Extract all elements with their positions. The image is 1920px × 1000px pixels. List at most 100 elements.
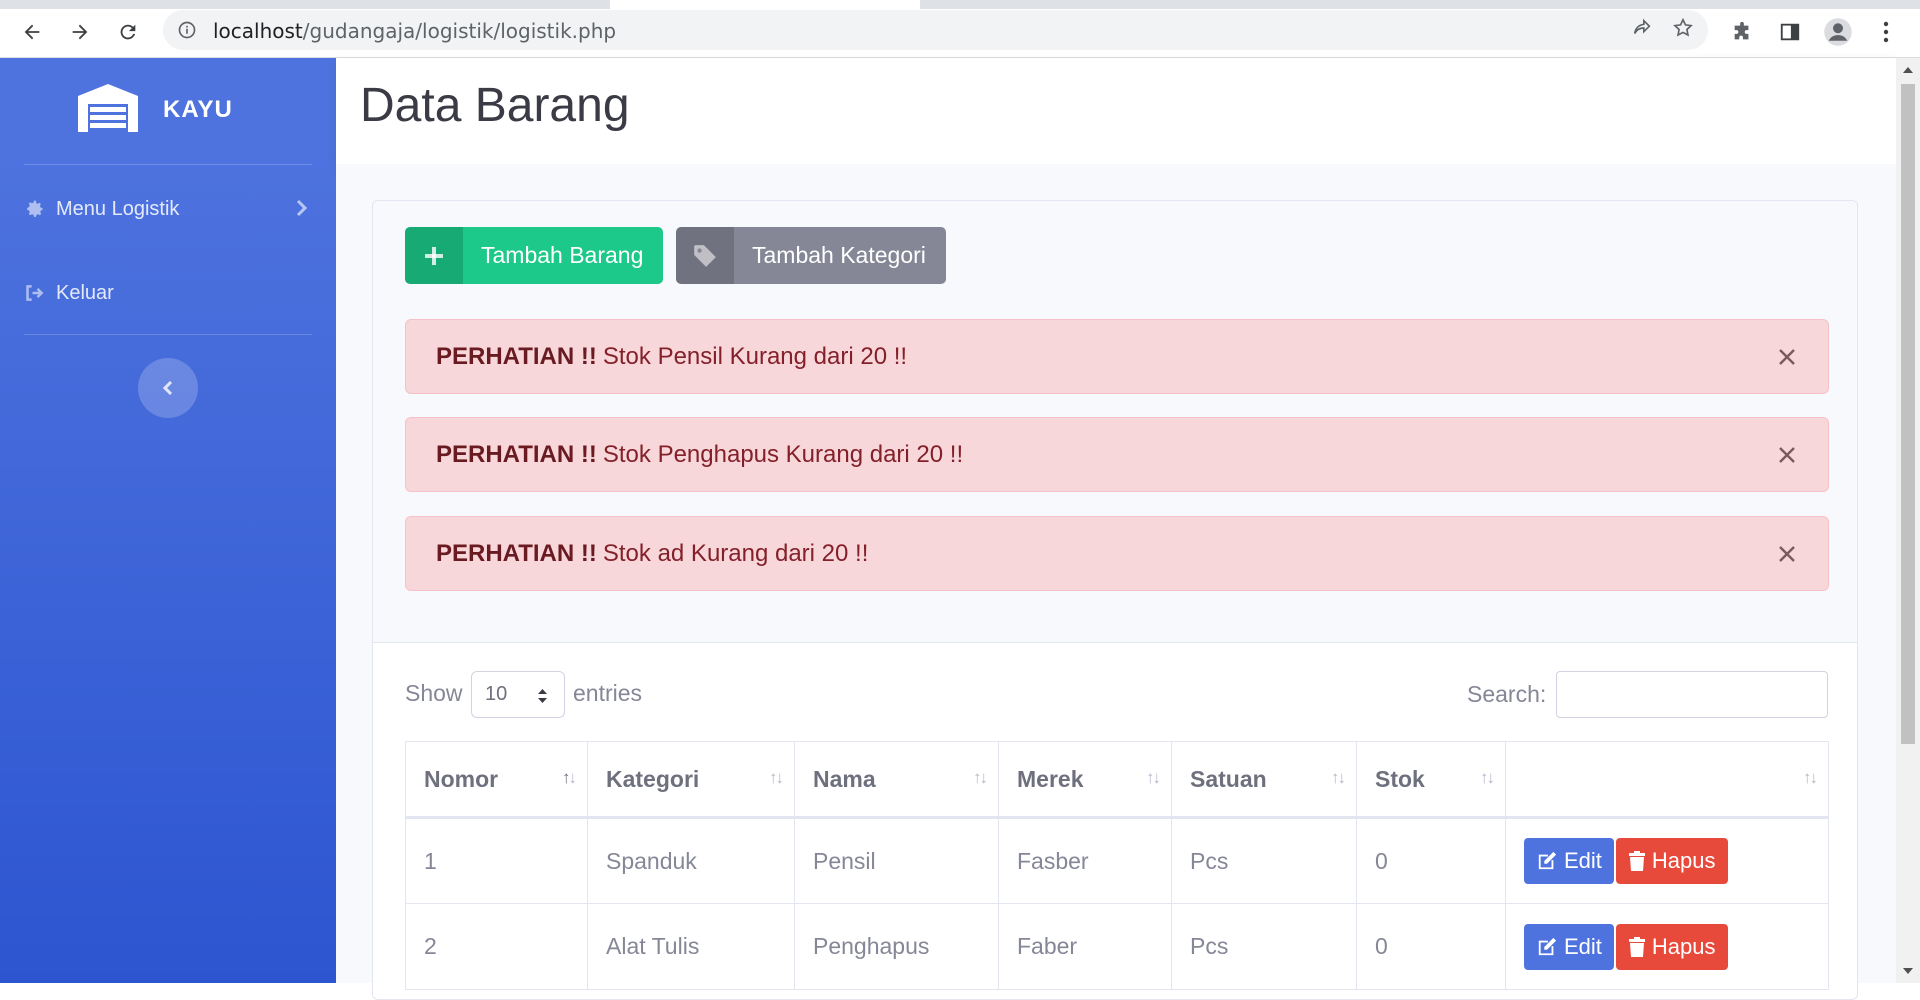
url-path: /gudangaja/logistik/logistik.php bbox=[302, 19, 617, 43]
extensions-icon[interactable] bbox=[1724, 14, 1760, 50]
column-label: Satuan bbox=[1190, 765, 1267, 792]
cell-satuan: Pcs bbox=[1171, 817, 1357, 904]
alert-text: Stok Penghapus Kurang dari 20 !! bbox=[602, 440, 964, 468]
stock-alert: PERHATIAN !! Stok ad Kurang dari 20 !! bbox=[405, 516, 1829, 591]
column-header-merek[interactable]: Merek ↑↓ bbox=[998, 741, 1172, 819]
column-header-kategori[interactable]: Kategori ↑↓ bbox=[587, 741, 795, 819]
entries-select[interactable]: 10 bbox=[471, 671, 565, 718]
sidebar-divider bbox=[24, 164, 312, 165]
sort-icon: ↑↓ bbox=[1331, 768, 1346, 787]
sidebar-item-menu-logistik[interactable]: Menu Logistik bbox=[0, 184, 336, 234]
alert-strong: PERHATIAN !! bbox=[436, 440, 597, 468]
search-label: Search: bbox=[1467, 681, 1547, 707]
active-tab[interactable] bbox=[610, 0, 920, 9]
column-label: Merek bbox=[1017, 765, 1084, 792]
edit-icon bbox=[1538, 937, 1557, 955]
scroll-up-icon[interactable] bbox=[1902, 64, 1914, 76]
sign-out-icon bbox=[24, 282, 46, 304]
column-header-actions[interactable]: ↑↓ bbox=[1505, 741, 1829, 819]
sort-icon: ↑↓ bbox=[562, 768, 577, 787]
sidebar-brand[interactable]: KAYU bbox=[0, 82, 336, 142]
warehouse-icon bbox=[78, 84, 138, 132]
sort-icon: ↑↓ bbox=[973, 768, 988, 787]
close-icon[interactable] bbox=[1776, 543, 1798, 565]
brand-name: KAYU bbox=[163, 96, 233, 123]
edit-icon bbox=[1538, 851, 1557, 870]
cell-nomor: 1 bbox=[405, 817, 588, 904]
column-header-stok[interactable]: Stok ↑↓ bbox=[1356, 741, 1506, 819]
column-header-nomor[interactable]: Nomor ↑↓ bbox=[405, 741, 588, 819]
browser-toolbar: localhost/gudangaja/logistik/logistik.ph… bbox=[0, 0, 1920, 58]
cell-nomor: 2 bbox=[405, 903, 588, 990]
column-label: Stok bbox=[1375, 765, 1425, 792]
delete-button[interactable]: Hapus bbox=[1615, 838, 1728, 884]
scroll-down-icon[interactable] bbox=[1902, 965, 1914, 977]
profile-avatar-icon[interactable] bbox=[1820, 14, 1856, 50]
cell-actions: Edit Hapus bbox=[1505, 903, 1829, 990]
sort-icon: ↑↓ bbox=[769, 768, 784, 787]
cell-kategori: Spanduk bbox=[587, 817, 795, 904]
tag-icon bbox=[676, 227, 734, 284]
column-label: Nama bbox=[813, 765, 876, 792]
back-icon[interactable] bbox=[14, 14, 50, 50]
close-icon[interactable] bbox=[1776, 346, 1798, 368]
topbar: Data Barang bbox=[336, 58, 1896, 164]
sidebar-toggle-button[interactable] bbox=[138, 358, 198, 418]
site-info-icon[interactable] bbox=[177, 20, 197, 40]
column-label: Nomor bbox=[424, 765, 499, 792]
cell-stok: 0 bbox=[1356, 817, 1506, 904]
search-input[interactable] bbox=[1556, 671, 1828, 718]
add-category-button[interactable]: Tambah Kategori bbox=[676, 227, 946, 284]
data-card: Tambah Barang Tambah Kategori PERHATIAN … bbox=[372, 200, 1858, 1000]
chevron-left-icon bbox=[162, 380, 173, 396]
cell-merek: Faber bbox=[998, 903, 1172, 990]
trash-icon bbox=[1628, 851, 1645, 871]
reload-icon[interactable] bbox=[110, 14, 146, 50]
url-host: localhost bbox=[213, 19, 303, 43]
close-icon[interactable] bbox=[1776, 444, 1798, 466]
cell-kategori: Alat Tulis bbox=[587, 903, 795, 990]
scrollbar-thumb[interactable] bbox=[1901, 84, 1915, 744]
column-header-satuan[interactable]: Satuan ↑↓ bbox=[1171, 741, 1357, 819]
side-panel-icon[interactable] bbox=[1772, 14, 1808, 50]
cell-stok: 0 bbox=[1356, 903, 1506, 990]
stock-alert: PERHATIAN !! Stok Pensil Kurang dari 20 … bbox=[405, 319, 1829, 394]
edit-button[interactable]: Edit bbox=[1524, 838, 1614, 884]
sort-icon: ↑↓ bbox=[1146, 768, 1161, 787]
table-row: 1 Spanduk Pensil Fasber Pcs 0 Edit Hapus bbox=[405, 817, 1829, 904]
cell-actions: Edit Hapus bbox=[1505, 817, 1829, 904]
card-header: Tambah Barang Tambah Kategori PERHATIAN … bbox=[373, 201, 1857, 643]
column-label: Kategori bbox=[606, 765, 700, 792]
share-icon[interactable] bbox=[1624, 10, 1660, 46]
column-header-nama[interactable]: Nama ↑↓ bbox=[794, 741, 999, 819]
edit-label: Edit bbox=[1564, 848, 1602, 873]
delete-label: Hapus bbox=[1651, 848, 1716, 873]
items-table: Nomor ↑↓ Kategori ↑↓ Nama ↑↓ Merek ↑↓ Satuan… bbox=[405, 741, 1829, 990]
chevron-right-icon bbox=[296, 199, 308, 223]
sidebar-item-label: Keluar bbox=[56, 281, 114, 304]
add-item-button[interactable]: Tambah Barang bbox=[405, 227, 664, 284]
cell-nama: Penghapus bbox=[794, 903, 999, 990]
add-item-label: Tambah Barang bbox=[481, 242, 644, 268]
address-bar[interactable]: localhost/gudangaja/logistik/logistik.ph… bbox=[163, 10, 1708, 50]
gear-icon bbox=[24, 198, 46, 220]
cell-nama: Pensil bbox=[794, 817, 999, 904]
page-scrollbar[interactable] bbox=[1896, 58, 1920, 983]
sidebar-item-keluar[interactable]: Keluar bbox=[0, 268, 336, 318]
edit-button[interactable]: Edit bbox=[1524, 923, 1614, 970]
cell-satuan: Pcs bbox=[1171, 903, 1357, 990]
delete-label: Hapus bbox=[1651, 933, 1716, 959]
page-title: Data Barang bbox=[360, 79, 630, 132]
delete-button[interactable]: Hapus bbox=[1615, 923, 1728, 970]
alert-strong: PERHATIAN !! bbox=[436, 342, 597, 370]
sort-icon: ↑↓ bbox=[1803, 768, 1818, 787]
alert-text: Stok ad Kurang dari 20 !! bbox=[602, 539, 869, 567]
alert-strong: PERHATIAN !! bbox=[436, 539, 597, 567]
browser-menu-icon[interactable] bbox=[1868, 14, 1904, 50]
select-arrows-icon bbox=[538, 689, 547, 703]
url-text: localhost/gudangaja/logistik/logistik.ph… bbox=[213, 19, 616, 43]
bookmark-star-icon[interactable] bbox=[1665, 10, 1701, 46]
sidebar-divider bbox=[24, 334, 312, 335]
cell-merek: Fasber bbox=[998, 817, 1172, 904]
forward-icon[interactable] bbox=[62, 14, 98, 50]
